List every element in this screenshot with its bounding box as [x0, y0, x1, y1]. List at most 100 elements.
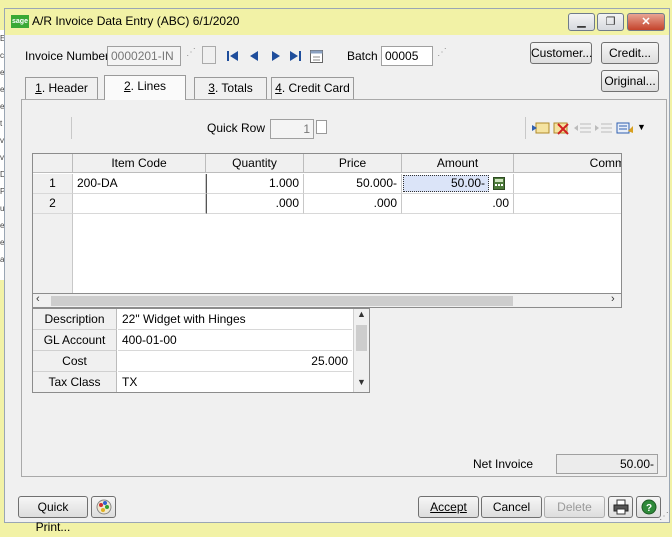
- credit-button[interactable]: Credit...: [601, 42, 659, 64]
- column-header-item-code[interactable]: Item Code: [73, 154, 206, 173]
- print-button[interactable]: [608, 496, 633, 518]
- lookup-icon[interactable]: ⋰: [186, 47, 196, 63]
- help-button[interactable]: ?: [636, 496, 661, 518]
- calculator-icon[interactable]: [493, 177, 505, 190]
- tab-number: 3: [208, 81, 215, 95]
- grid-corner: [33, 154, 73, 173]
- tab-totals[interactable]: 3. Totals: [194, 77, 267, 99]
- tab-number: 2: [123, 79, 131, 93]
- restore-button[interactable]: ❐: [597, 13, 624, 31]
- quantity-cell[interactable]: 1.000: [206, 174, 304, 194]
- price-cell[interactable]: .000: [304, 194, 402, 214]
- price-cell[interactable]: 50.000-: [304, 174, 402, 194]
- quick-print-label: Quick Print...: [35, 500, 71, 534]
- next-record-icon[interactable]: [271, 50, 281, 62]
- net-invoice-field: 50.00-: [556, 454, 658, 474]
- batch-field[interactable]: 00005: [381, 46, 433, 66]
- resize-grip-icon[interactable]: ⋰: [659, 511, 669, 522]
- description-field[interactable]: 22" Widget with Hinges: [118, 309, 352, 330]
- delete-label: Delete: [557, 500, 592, 514]
- insert-row-icon[interactable]: [532, 121, 550, 135]
- customer-button[interactable]: Customer...: [530, 42, 592, 64]
- scrollbar-thumb[interactable]: [356, 325, 367, 351]
- net-invoice-label: Net Invoice: [473, 457, 534, 471]
- amount-value[interactable]: 50.00-: [403, 175, 489, 192]
- indent-icon: [595, 123, 612, 133]
- scroll-up-icon[interactable]: ▲: [357, 309, 366, 319]
- svg-text:?: ?: [646, 503, 652, 514]
- accept-button[interactable]: Accept: [418, 496, 479, 518]
- close-button[interactable]: ✕: [627, 13, 665, 31]
- chevron-down-icon[interactable]: ▼: [637, 122, 646, 132]
- row-number[interactable]: 2: [33, 194, 73, 214]
- quick-row-label: Quick Row: [207, 121, 266, 135]
- lines-grid: Item Code Quantity Price Amount Comm 1 2…: [32, 153, 622, 301]
- vertical-scrollbar[interactable]: ▲ ▼: [353, 309, 369, 392]
- help-icon: ?: [641, 499, 657, 515]
- calendar-icon[interactable]: [310, 49, 323, 63]
- batch-label: Batch: [347, 49, 378, 63]
- accept-label: Accept: [430, 500, 467, 514]
- detail-label: Description: [33, 309, 117, 330]
- horizontal-scrollbar[interactable]: ‹ ›: [32, 293, 622, 308]
- scroll-right-icon[interactable]: ›: [611, 293, 615, 305]
- item-code-cell[interactable]: 200-DA: [73, 174, 206, 194]
- column-header-comment[interactable]: Comm: [514, 154, 621, 173]
- detail-label: Tax Class: [33, 372, 117, 392]
- amount-cell[interactable]: .00: [402, 194, 514, 214]
- quick-row-checkbox[interactable]: [316, 120, 327, 134]
- tab-label: Lines: [137, 79, 167, 93]
- last-record-icon[interactable]: [290, 50, 302, 62]
- cancel-label: Cancel: [492, 500, 531, 514]
- tax-class-field[interactable]: TX: [118, 372, 352, 392]
- window-title: A/R Invoice Data Entry (ABC) 6/1/2020: [32, 14, 240, 28]
- divider: [71, 117, 72, 139]
- gl-account-field[interactable]: 400-01-00: [118, 330, 352, 351]
- comment-cell[interactable]: [514, 194, 621, 214]
- color-palette-button[interactable]: [91, 496, 116, 518]
- scroll-down-icon[interactable]: ▼: [357, 377, 366, 387]
- cost-field[interactable]: 25.000: [118, 351, 352, 372]
- amount-cell[interactable]: 50.00-: [402, 174, 514, 194]
- title-bar: sage A/R Invoice Data Entry (ABC) 6/1/20…: [5, 9, 669, 35]
- tab-credit-card[interactable]: 4. Credit Card: [271, 77, 354, 99]
- document-icon[interactable]: [202, 46, 216, 64]
- cancel-button[interactable]: Cancel: [481, 496, 542, 518]
- column-header-quantity[interactable]: Quantity: [206, 154, 304, 173]
- detail-label: Cost: [33, 351, 117, 372]
- tab-number: 1: [35, 81, 42, 95]
- palette-icon: [96, 499, 112, 515]
- tab-label: Header: [48, 81, 88, 95]
- previous-record-icon[interactable]: [250, 50, 260, 62]
- first-record-icon[interactable]: [227, 50, 239, 62]
- scrollbar-thumb[interactable]: [51, 296, 513, 306]
- delete-button[interactable]: Delete: [544, 496, 605, 518]
- delete-row-icon[interactable]: [553, 121, 571, 135]
- sage-logo-icon: sage: [11, 15, 29, 28]
- detail-label: GL Account: [33, 330, 117, 351]
- comment-cell[interactable]: [514, 174, 621, 194]
- batch-lookup-icon[interactable]: ⋰: [437, 47, 447, 58]
- quantity-cell[interactable]: .000: [206, 194, 304, 214]
- customize-columns-icon[interactable]: [616, 121, 634, 135]
- row-header-column: [33, 214, 73, 294]
- line-detail-panel: Description 22" Widget with Hinges GL Ac…: [32, 308, 370, 393]
- column-header-price[interactable]: Price: [304, 154, 402, 173]
- invoice-window: sage A/R Invoice Data Entry (ABC) 6/1/20…: [4, 8, 670, 534]
- printer-icon: [613, 499, 629, 515]
- invoice-number-field[interactable]: 0000201-IN: [107, 46, 181, 66]
- outdent-icon: [574, 123, 591, 133]
- quick-row-field[interactable]: 1: [270, 119, 314, 139]
- quick-print-button[interactable]: Quick Print...: [18, 496, 88, 534]
- column-header-amount[interactable]: Amount: [402, 154, 514, 173]
- tab-lines[interactable]: 2. Lines: [104, 75, 186, 100]
- scroll-left-icon[interactable]: ‹: [36, 293, 40, 305]
- invoice-number-label: Invoice Number: [25, 49, 110, 63]
- row-number[interactable]: 1: [33, 174, 73, 194]
- original-button[interactable]: Original...: [601, 70, 659, 92]
- minimize-button[interactable]: ▁: [568, 13, 595, 31]
- item-code-cell[interactable]: [73, 194, 206, 214]
- divider: [525, 117, 526, 139]
- tab-header[interactable]: 1. Header: [25, 77, 98, 99]
- tab-label: Totals: [221, 81, 253, 95]
